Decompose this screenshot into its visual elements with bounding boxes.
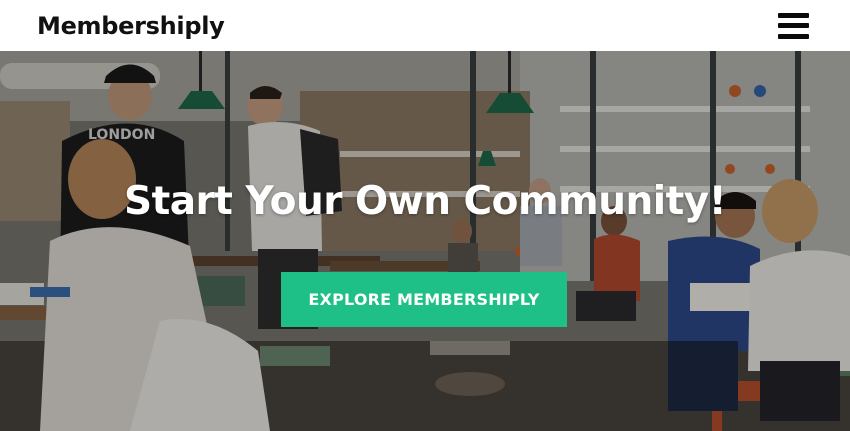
top-navbar: Membershiply (0, 0, 850, 51)
hero-dark-overlay (0, 51, 850, 431)
hamburger-menu-icon[interactable] (778, 12, 809, 39)
brand-logo[interactable]: Membershiply (37, 12, 225, 40)
menu-bar-middle (778, 23, 809, 28)
hero-title: Start Your Own Community! (124, 179, 727, 224)
menu-bar-bottom (778, 33, 809, 39)
hero-section: LONDON Start Your Own Community! EXPLORE… (0, 51, 850, 431)
menu-bar-top (778, 12, 809, 18)
explore-membershiply-button[interactable]: EXPLORE MEMBERSHIPLY (281, 272, 567, 327)
